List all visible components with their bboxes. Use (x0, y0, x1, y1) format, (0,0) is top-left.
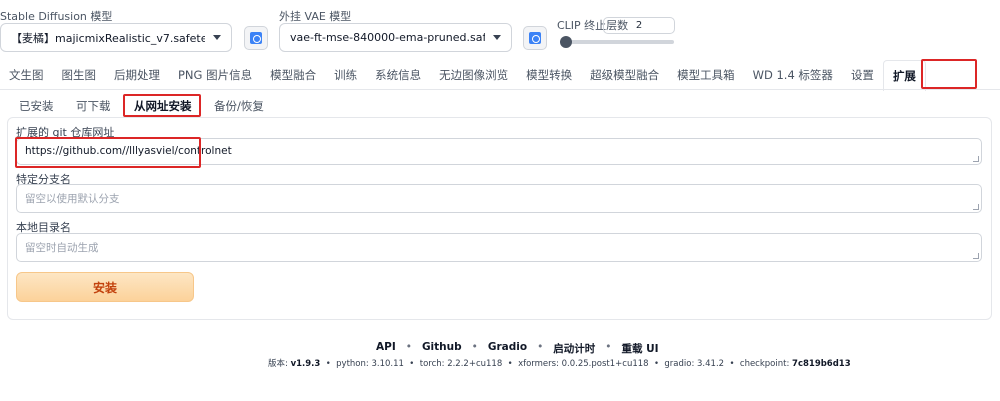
tab-super-merge[interactable]: 超级模型融合 (581, 60, 668, 90)
local-dir-placeholder: 留空时自动生成 (25, 242, 99, 254)
tab-image-browser[interactable]: 无边图像浏览 (430, 60, 517, 90)
chevron-down-icon (213, 35, 221, 40)
local-dir-input[interactable]: 留空时自动生成 (16, 233, 982, 262)
main-tabs: 文生图 图生图 后期处理 PNG 图片信息 模型融合 训练 系统信息 无边图像浏… (0, 59, 1000, 91)
sd-model-value: 【麦橘】majicmixRealistic_v7.safetensors [7c… (11, 31, 205, 45)
tab-settings[interactable]: 设置 (842, 60, 883, 90)
footer-links: API • Github • Gradio • 启动计时 • 重载 UI (376, 341, 659, 356)
tab-img2img[interactable]: 图生图 (53, 60, 106, 90)
clip-skip-slider[interactable] (560, 40, 674, 44)
clip-skip-input[interactable]: 2 (603, 17, 675, 34)
tab-extras[interactable]: 后期处理 (105, 60, 169, 90)
tab-train[interactable]: 训练 (325, 60, 366, 90)
sd-model-label: Stable Diffusion 模型 (0, 10, 113, 23)
tab-txt2img[interactable]: 文生图 (0, 60, 53, 90)
subtab-available[interactable]: 可下载 (76, 98, 111, 114)
clip-skip-slider-thumb[interactable] (560, 36, 572, 48)
branch-placeholder: 留空以使用默认分支 (25, 193, 120, 205)
tab-model-merge[interactable]: 模型融合 (261, 60, 325, 90)
resize-handle-icon[interactable] (973, 204, 979, 210)
tab-extensions[interactable]: 扩展 (882, 59, 926, 91)
highlight-git-url (15, 137, 201, 168)
footer-link-api[interactable]: API (376, 341, 396, 356)
tab-png-info[interactable]: PNG 图片信息 (169, 60, 261, 90)
tab-wd14-tagger[interactable]: WD 1.4 标签器 (744, 60, 842, 90)
gradio-version: gradio: 3.41.2 (664, 359, 725, 369)
vae-model-value: vae-ft-mse-840000-ema-pruned.safetensors (290, 31, 485, 44)
vae-model-label: 外挂 VAE 模型 (279, 10, 352, 23)
highlight-extensions-tab (921, 59, 977, 89)
sd-model-select[interactable]: 【麦橘】majicmixRealistic_v7.safetensors [7c… (0, 23, 232, 52)
footer-link-gradio[interactable]: Gradio (488, 341, 527, 356)
highlight-install-from-url (123, 94, 201, 117)
footer-link-reload-ui[interactable]: 重载 UI (621, 341, 658, 356)
vae-model-select[interactable]: vae-ft-mse-840000-ema-pruned.safetensors (279, 23, 512, 52)
subtab-installed[interactable]: 已安装 (19, 98, 54, 114)
branch-input[interactable]: 留空以使用默认分支 (16, 184, 982, 213)
checkpoint-value[interactable]: 7c819b6d13 (792, 359, 851, 369)
tab-system-info[interactable]: 系统信息 (366, 60, 430, 90)
tab-model-toolkit[interactable]: 模型工具箱 (668, 60, 744, 90)
resize-handle-icon[interactable] (973, 253, 979, 259)
install-button[interactable]: 安装 (16, 272, 194, 302)
footer-link-startup-profile[interactable]: 启动计时 (553, 341, 595, 356)
chevron-down-icon (493, 35, 501, 40)
python-version: python: 3.10.11 (336, 359, 404, 369)
version-info: 版本: v1.9.3 • python: 3.10.11 • torch: 2.… (268, 359, 851, 369)
version-value: v1.9.3 (290, 359, 321, 369)
torch-version: torch: 2.2.2+cu118 (419, 359, 503, 369)
tabs-divider (0, 89, 1000, 90)
refresh-icon (250, 32, 262, 44)
tab-model-convert[interactable]: 模型转换 (517, 60, 581, 90)
footer-link-github[interactable]: Github (422, 341, 462, 356)
checkpoint-label: checkpoint: (739, 359, 790, 369)
refresh-icon (529, 32, 541, 44)
subtab-backup-restore[interactable]: 备份/恢复 (214, 98, 264, 114)
resize-handle-icon[interactable] (973, 156, 979, 162)
xformers-version: xformers: 0.0.25.post1+cu118 (518, 359, 649, 369)
version-label: 版本: (268, 359, 288, 369)
sd-refresh-button[interactable] (244, 26, 268, 50)
vae-refresh-button[interactable] (523, 26, 547, 50)
